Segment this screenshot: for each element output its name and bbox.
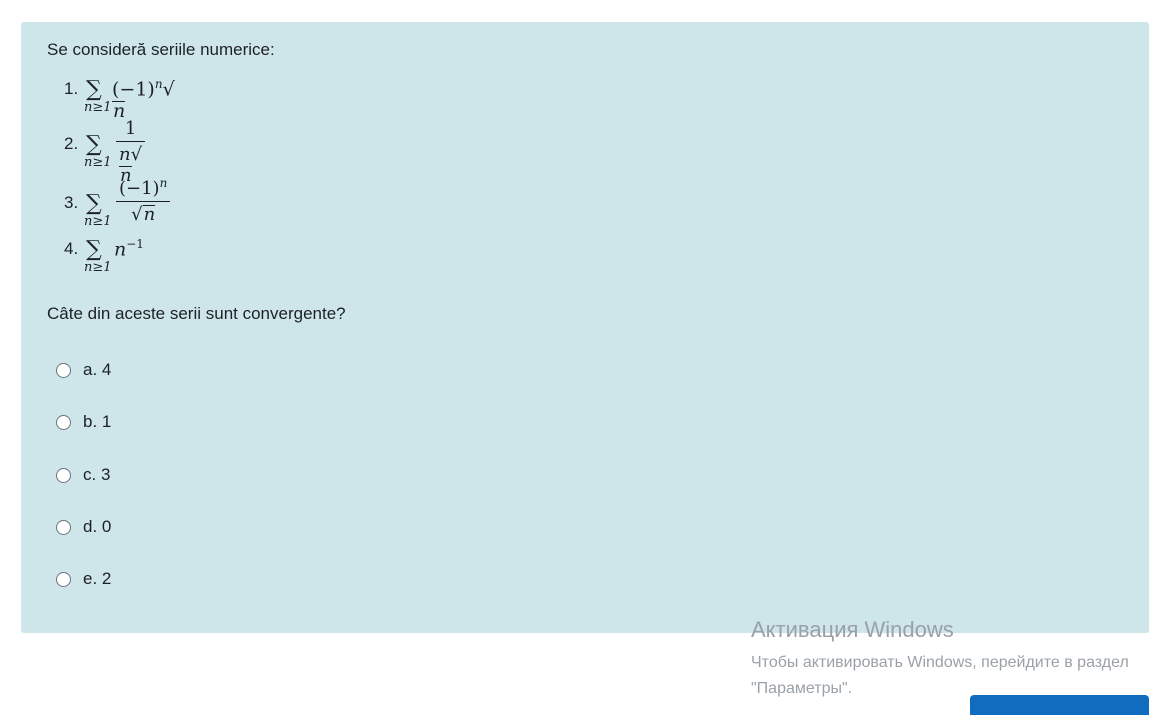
sum-subscript: n≥1	[84, 214, 112, 229]
series-term-3: (−1)n √n	[116, 176, 171, 225]
series-number: 2.	[64, 134, 79, 153]
radio-button[interactable]	[56, 467, 71, 483]
sum-subscript: n≥1	[84, 100, 112, 115]
sum-subscript: n≥1	[84, 260, 112, 275]
option-b[interactable]: b. 1	[56, 411, 111, 433]
sum-symbol: ∑	[86, 237, 102, 262]
series-term-4: n−1	[114, 237, 144, 261]
windows-activation-title: Активация Windows	[751, 617, 954, 642]
radio-button[interactable]	[56, 571, 71, 587]
option-d[interactable]: d. 0	[56, 516, 111, 538]
radio-button[interactable]	[56, 362, 71, 378]
option-label: b. 1	[83, 412, 112, 431]
series-list: 1. ∑ n≥1 (−1)n√n 2. ∑ n≥1 1 n√n 3. ∑ n≥1…	[64, 74, 324, 299]
question-intro: Se consideră seriile numerice:	[47, 40, 275, 59]
series-number: 1.	[64, 79, 79, 98]
radio-button[interactable]	[56, 414, 71, 430]
option-e[interactable]: e. 2	[56, 568, 111, 590]
sum-symbol: ∑	[86, 77, 102, 102]
next-page-button[interactable]	[970, 695, 1149, 715]
question-prompt: Câte din aceste serii sunt convergente?	[47, 304, 346, 323]
option-label: d. 0	[83, 517, 112, 536]
windows-activation-line-1: Чтобы активировать Windows, перейдите в …	[751, 654, 1129, 671]
question-panel: Se consideră seriile numerice: 1. ∑ n≥1 …	[21, 22, 1149, 633]
option-label: c. 3	[83, 465, 111, 484]
option-c[interactable]: c. 3	[56, 464, 110, 486]
option-a[interactable]: a. 4	[56, 359, 111, 381]
option-label: e. 2	[83, 569, 112, 588]
radio-button[interactable]	[56, 519, 71, 535]
sum-subscript: n≥1	[84, 155, 112, 170]
sum-symbol: ∑	[86, 132, 102, 157]
option-label: a. 4	[83, 360, 112, 379]
series-number: 4.	[64, 239, 79, 258]
series-number: 3.	[64, 193, 79, 212]
sum-symbol: ∑	[86, 191, 102, 216]
series-term-1: (−1)n√n	[112, 77, 175, 123]
